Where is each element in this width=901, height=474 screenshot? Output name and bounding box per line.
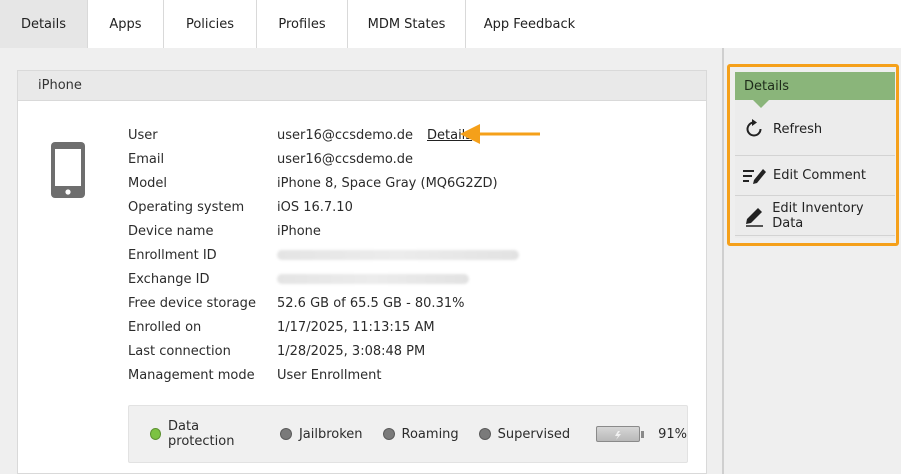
info-row-exchange-id: Exchange ID <box>128 267 519 291</box>
enrolled-on-label: Enrolled on <box>128 319 202 335</box>
device-info-list: User user16@ccsdemo.de Details Email use… <box>128 123 519 387</box>
status-dot-icon <box>478 428 491 440</box>
smartphone-icon <box>50 141 86 203</box>
email-label: Email <box>128 151 165 167</box>
status-label: Jailbroken <box>298 426 363 442</box>
refresh-icon <box>741 116 767 142</box>
exchange-id-value-redacted <box>277 274 469 284</box>
management-mode-value: User Enrollment <box>277 367 382 383</box>
battery-tip <box>641 430 645 438</box>
tab-mdm-states[interactable]: MDM States <box>348 0 466 48</box>
os-label: Operating system <box>128 199 245 215</box>
tab-apps[interactable]: Apps <box>88 0 164 48</box>
info-row-enrolled-on: Enrolled on 1/17/2025, 11:13:15 AM <box>128 315 519 339</box>
battery-icon <box>596 426 641 442</box>
os-value: iOS 16.7.10 <box>277 199 353 215</box>
user-value: user16@ccsdemo.de <box>277 127 413 143</box>
status-dot-icon <box>279 428 292 440</box>
tab-profiles[interactable]: Profiles <box>257 0 348 48</box>
status-dot-icon <box>150 428 162 440</box>
tab-details[interactable]: Details <box>0 0 88 48</box>
status-label: Roaming <box>401 426 459 442</box>
info-row-os: Operating system iOS 16.7.10 <box>128 195 519 219</box>
edit-inventory-data-button[interactable]: Edit Inventory Data <box>735 196 895 236</box>
exchange-id-label: Exchange ID <box>128 271 210 287</box>
info-row-device-name: Device name iPhone <box>128 219 519 243</box>
pencil-icon <box>741 203 766 229</box>
user-label: User <box>128 127 158 143</box>
device-name-value: iPhone <box>277 223 321 239</box>
model-value: iPhone 8, Space Gray (MQ6G2ZD) <box>277 175 498 191</box>
battery-percent: 91% <box>658 426 687 442</box>
status-jailbroken: Jailbroken <box>279 426 363 442</box>
enrolled-on-value: 1/17/2025, 11:13:15 AM <box>277 319 435 335</box>
status-supervised: Supervised <box>478 426 571 442</box>
enrollment-id-label: Enrollment ID <box>128 247 217 263</box>
tab-bar: Details Apps Policies Profiles MDM State… <box>0 0 901 48</box>
status-data-protection: Data protection <box>150 419 260 449</box>
info-row-enrollment-id: Enrollment ID <box>128 243 519 267</box>
status-label: Data protection <box>168 419 235 449</box>
enrollment-id-value-redacted <box>277 250 519 260</box>
edit-inventory-label: Edit Inventory Data <box>772 200 864 231</box>
status-dot-icon <box>382 428 395 440</box>
annotation-arrow-icon <box>460 123 542 149</box>
info-row-storage: Free device storage 52.6 GB of 65.5 GB -… <box>128 291 519 315</box>
edit-comment-label: Edit Comment <box>773 168 866 183</box>
user-value-group: user16@ccsdemo.de Details <box>277 128 472 143</box>
panel-title: iPhone <box>18 71 706 101</box>
email-value: user16@ccsdemo.de <box>277 151 413 167</box>
sidebar-header: Details <box>735 72 895 108</box>
device-details-panel: iPhone User user16@ccsdemo.de Details Em… <box>17 70 707 474</box>
actions-sidebar: Details Refresh Edit Comment Edit Invent… <box>735 72 895 238</box>
battery-indicator: 91% <box>596 426 687 442</box>
last-connection-label: Last connection <box>128 343 231 359</box>
storage-value: 52.6 GB of 65.5 GB - 80.31% <box>277 295 465 311</box>
storage-label: Free device storage <box>128 295 256 311</box>
device-name-label: Device name <box>128 223 214 239</box>
info-row-management-mode: Management mode User Enrollment <box>128 363 519 387</box>
edit-comment-icon <box>741 163 767 189</box>
info-row-email: Email user16@ccsdemo.de <box>128 147 519 171</box>
tab-policies[interactable]: Policies <box>164 0 257 48</box>
status-roaming: Roaming <box>382 426 459 442</box>
management-mode-label: Management mode <box>128 367 255 383</box>
edit-comment-button[interactable]: Edit Comment <box>735 156 895 196</box>
status-label: Supervised <box>497 426 571 442</box>
sidebar-divider <box>722 48 724 474</box>
info-row-last-connection: Last connection 1/28/2025, 3:08:48 PM <box>128 339 519 363</box>
refresh-label: Refresh <box>773 121 823 137</box>
last-connection-value: 1/28/2025, 3:08:48 PM <box>277 343 426 359</box>
model-label: Model <box>128 175 168 191</box>
refresh-button[interactable]: Refresh <box>735 100 895 156</box>
device-status-bar: Data protection Jailbroken Roaming Super… <box>128 405 688 463</box>
tab-app-feedback[interactable]: App Feedback <box>466 0 593 48</box>
info-row-model: Model iPhone 8, Space Gray (MQ6G2ZD) <box>128 171 519 195</box>
